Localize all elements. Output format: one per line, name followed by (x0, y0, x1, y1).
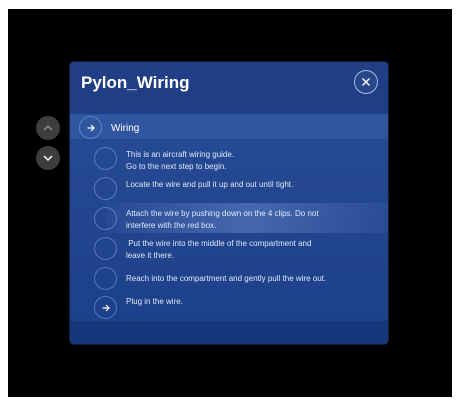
panel-footer (70, 321, 388, 344)
step-6-text: Plug in the wire. (126, 296, 364, 308)
chevron-up-icon (43, 124, 53, 131)
step-1-line-2: Go to the next step to begin. (126, 162, 227, 171)
step-6-line-1: Plug in the wire. (126, 297, 183, 306)
steps-list: Wiring This is an aircraft wiring guide.… (70, 114, 388, 321)
step-1-checkbox[interactable] (94, 147, 117, 170)
previous-step-button[interactable] (36, 116, 60, 140)
arrow-right-icon (102, 304, 110, 311)
section-header-wiring[interactable]: Wiring (70, 114, 388, 139)
step-5-checkbox[interactable] (94, 267, 117, 290)
step-4-line-1: Put the wire into the middle of the comp… (126, 239, 312, 248)
panel-header: Pylon_Wiring (70, 62, 388, 112)
step-4-text: Put the wire into the middle of the comp… (126, 238, 364, 262)
step-4-line-2: leave it there. (126, 251, 175, 260)
section-toggle[interactable] (79, 116, 102, 139)
arrow-right-icon (87, 124, 95, 131)
step-6-go-button[interactable] (94, 296, 117, 319)
panel-title: Pylon_Wiring (81, 73, 190, 92)
step-1-line-1: This is an aircraft wiring guide. (126, 150, 235, 159)
step-4-checkbox[interactable] (94, 237, 117, 260)
step-3-checkbox[interactable] (94, 207, 117, 230)
step-5-line-1: Reach into the compartment and gently pu… (126, 274, 327, 283)
step-2-line-1: Locate the wire and pull it up and out u… (126, 180, 294, 189)
step-5-text: Reach into the compartment and gently pu… (126, 273, 364, 285)
close-icon (362, 78, 370, 86)
close-button[interactable] (354, 70, 378, 94)
step-3-line-1: Attach the wire by pushing down on the 4… (126, 209, 319, 218)
step-3-text: Attach the wire by pushing down on the 4… (126, 208, 364, 232)
section-label: Wiring (111, 123, 140, 134)
step-2-text: Locate the wire and pull it up and out u… (126, 179, 364, 191)
step-3-line-2: interfere with the red box. (126, 221, 217, 230)
next-step-button[interactable] (36, 146, 60, 170)
step-2-checkbox[interactable] (94, 177, 117, 200)
wiring-guide-panel: Pylon_Wiring Wiring This is an aircraft … (70, 62, 388, 344)
chevron-down-icon (43, 155, 53, 162)
step-1-text: This is an aircraft wiring guide. Go to … (126, 149, 364, 173)
